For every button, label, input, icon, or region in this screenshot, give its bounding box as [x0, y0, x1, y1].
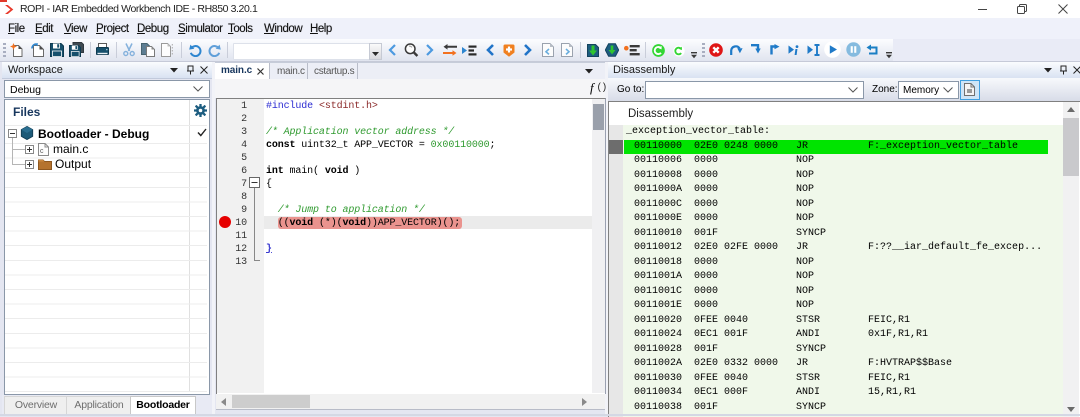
- svg-text:c: c: [40, 148, 44, 155]
